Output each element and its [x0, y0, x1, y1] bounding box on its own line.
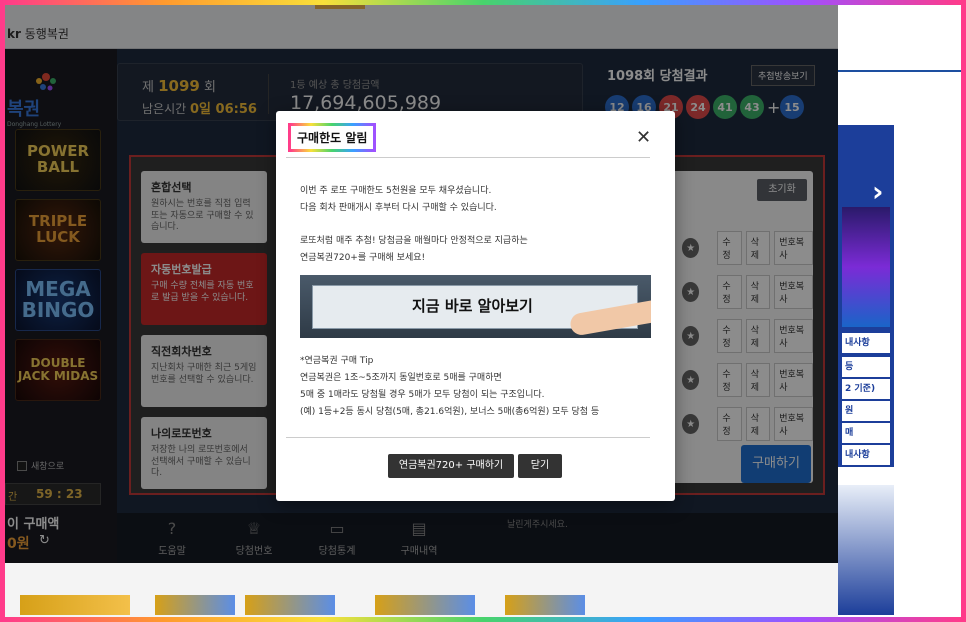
ad-thumbnail [838, 485, 894, 615]
ad-card: 원 [842, 401, 890, 421]
ticket-image [505, 595, 585, 615]
ad-card: 내사항 [842, 333, 890, 353]
close-button[interactable]: 닫기 [518, 454, 562, 478]
background-page: 내사항 등 2 기준) 원 매 내사항 › [838, 5, 961, 617]
buy-pension-button[interactable]: 연금복권720+ 구매하기 [388, 454, 514, 478]
ad-card: 2 기준) [842, 379, 890, 399]
banner-text: 지금 바로 알아보기 [412, 297, 533, 315]
close-icon[interactable]: ✕ [636, 129, 651, 147]
ticket-image [155, 595, 235, 615]
divider [286, 157, 650, 158]
side-advertisement[interactable]: 내사항 등 2 기준) 원 매 내사항 [838, 125, 894, 467]
ticket-image [20, 595, 130, 615]
pension-promo-text: 로또처럼 매주 추첨! 당첨금을 매월마다 안정적으로 지급하는 연금복권720… [300, 236, 528, 263]
ad-card: 등 [842, 357, 890, 377]
ad-card: 내사항 [842, 445, 890, 465]
pension-tip: *연금복권 구매 Tip 연금복권은 1조~5조까지 동일번호로 5매를 구매하… [300, 356, 600, 417]
ticket-image [375, 595, 475, 615]
next-arrow-icon[interactable]: › [872, 175, 884, 208]
purchase-limit-dialog: 구매한도 알림 ✕ 이번 주 로또 구매한도 5천원을 모두 채우셨습니다. 다… [276, 111, 675, 501]
dialog-title: 구매한도 알림 [288, 123, 377, 152]
ad-image [842, 207, 890, 327]
pension-banner[interactable]: 지금 바로 알아보기 [300, 275, 651, 338]
divider [838, 70, 961, 72]
ticket-image [245, 595, 335, 615]
background-ticket-strip [5, 563, 838, 617]
limit-message: 이번 주 로또 구매한도 5천원을 모두 채우셨습니다. 다음 회차 판매개시 … [300, 186, 497, 213]
divider [286, 437, 650, 438]
ad-card: 매 [842, 423, 890, 443]
